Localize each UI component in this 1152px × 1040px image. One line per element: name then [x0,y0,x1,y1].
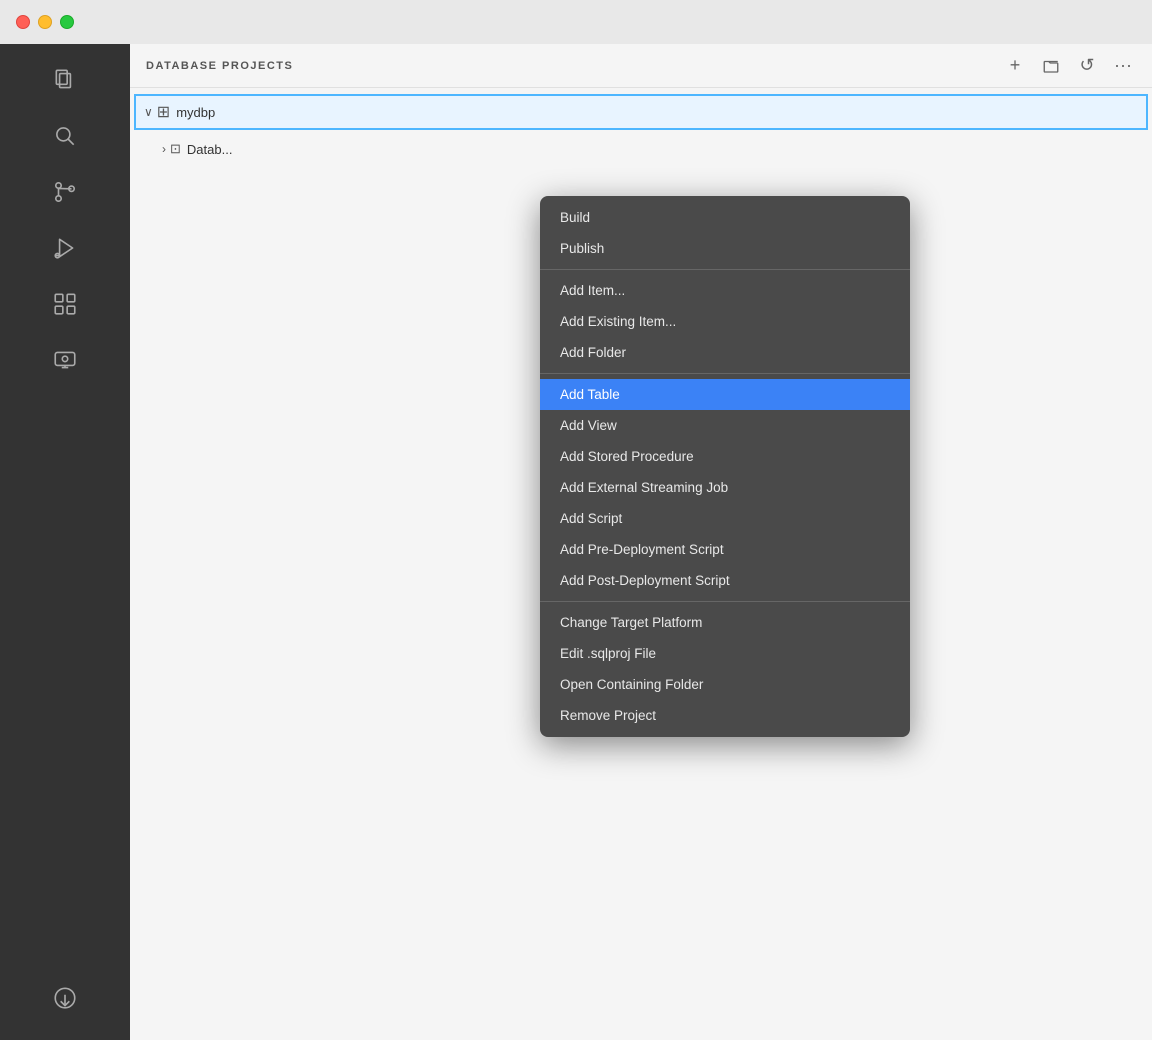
menu-item-add-post-deployment-script[interactable]: Add Post-Deployment Script [540,565,910,596]
menu-item-add-item[interactable]: Add Item... [540,275,910,306]
menu-item-add-pre-deployment-script[interactable]: Add Pre-Deployment Script [540,534,910,565]
menu-item-remove-project[interactable]: Remove Project [540,700,910,731]
context-menu: BuildPublish Add Item...Add Existing Item… [540,196,910,737]
add-project-button[interactable]: + [1002,53,1028,79]
app-body: DATABASE PROJECTS + ↺ ··· ∨ ⊞ mydbp › [0,44,1152,1040]
menu-item-add-script[interactable]: Add Script [540,503,910,534]
menu-item-build[interactable]: Build [540,202,910,233]
sidebar-icon-run-debug[interactable] [39,222,91,274]
menu-item-add-table[interactable]: Add Table [540,379,910,410]
menu-divider [540,601,910,602]
sidebar-icon-search[interactable] [39,110,91,162]
sidebar-icon-source-control[interactable] [39,166,91,218]
close-button[interactable] [16,15,30,29]
menu-item-add-external-streaming-job[interactable]: Add External Streaming Job [540,472,910,503]
open-folder-button[interactable] [1038,53,1064,79]
refresh-button[interactable]: ↺ [1074,53,1100,79]
panel-actions: + ↺ ··· [1002,53,1136,79]
minimize-button[interactable] [38,15,52,29]
chevron-down-icon: ∨ [144,105,153,119]
sidebar-icon-remote-explorer[interactable] [39,334,91,386]
menu-divider [540,269,910,270]
content-area: DATABASE PROJECTS + ↺ ··· ∨ ⊞ mydbp › [130,44,1152,1040]
sidebar-icon-extensions[interactable] [39,278,91,330]
maximize-button[interactable] [60,15,74,29]
menu-item-add-existing-item[interactable]: Add Existing Item... [540,306,910,337]
table-icon: ⊡ [170,141,181,157]
menu-item-add-stored-procedure[interactable]: Add Stored Procedure [540,441,910,472]
more-actions-button[interactable]: ··· [1110,53,1136,79]
panel-title: DATABASE PROJECTS [146,60,293,72]
chevron-right-icon: › [162,142,166,156]
menu-divider [540,373,910,374]
menu-item-open-containing-folder[interactable]: Open Containing Folder [540,669,910,700]
menu-item-publish[interactable]: Publish [540,233,910,264]
tree-sub-item-database[interactable]: › ⊡ Datab... [130,132,1152,166]
titlebar [0,0,1152,44]
tree-sub-label: Datab... [187,142,233,157]
panel-header: DATABASE PROJECTS + ↺ ··· [130,44,1152,88]
sidebar [0,44,130,1040]
sidebar-icon-accounts[interactable] [39,972,91,1024]
sidebar-icon-files[interactable] [39,54,91,106]
menu-item-add-folder[interactable]: Add Folder [540,337,910,368]
tree-root-item[interactable]: ∨ ⊞ mydbp [134,94,1148,130]
menu-item-edit-sqlproj-file[interactable]: Edit .sqlproj File [540,638,910,669]
tree-root-label: mydbp [176,105,215,120]
database-project-icon: ⊞ [157,102,170,122]
menu-item-change-target-platform[interactable]: Change Target Platform [540,607,910,638]
menu-item-add-view[interactable]: Add View [540,410,910,441]
tree-area: ∨ ⊞ mydbp › ⊡ Datab... [130,88,1152,170]
